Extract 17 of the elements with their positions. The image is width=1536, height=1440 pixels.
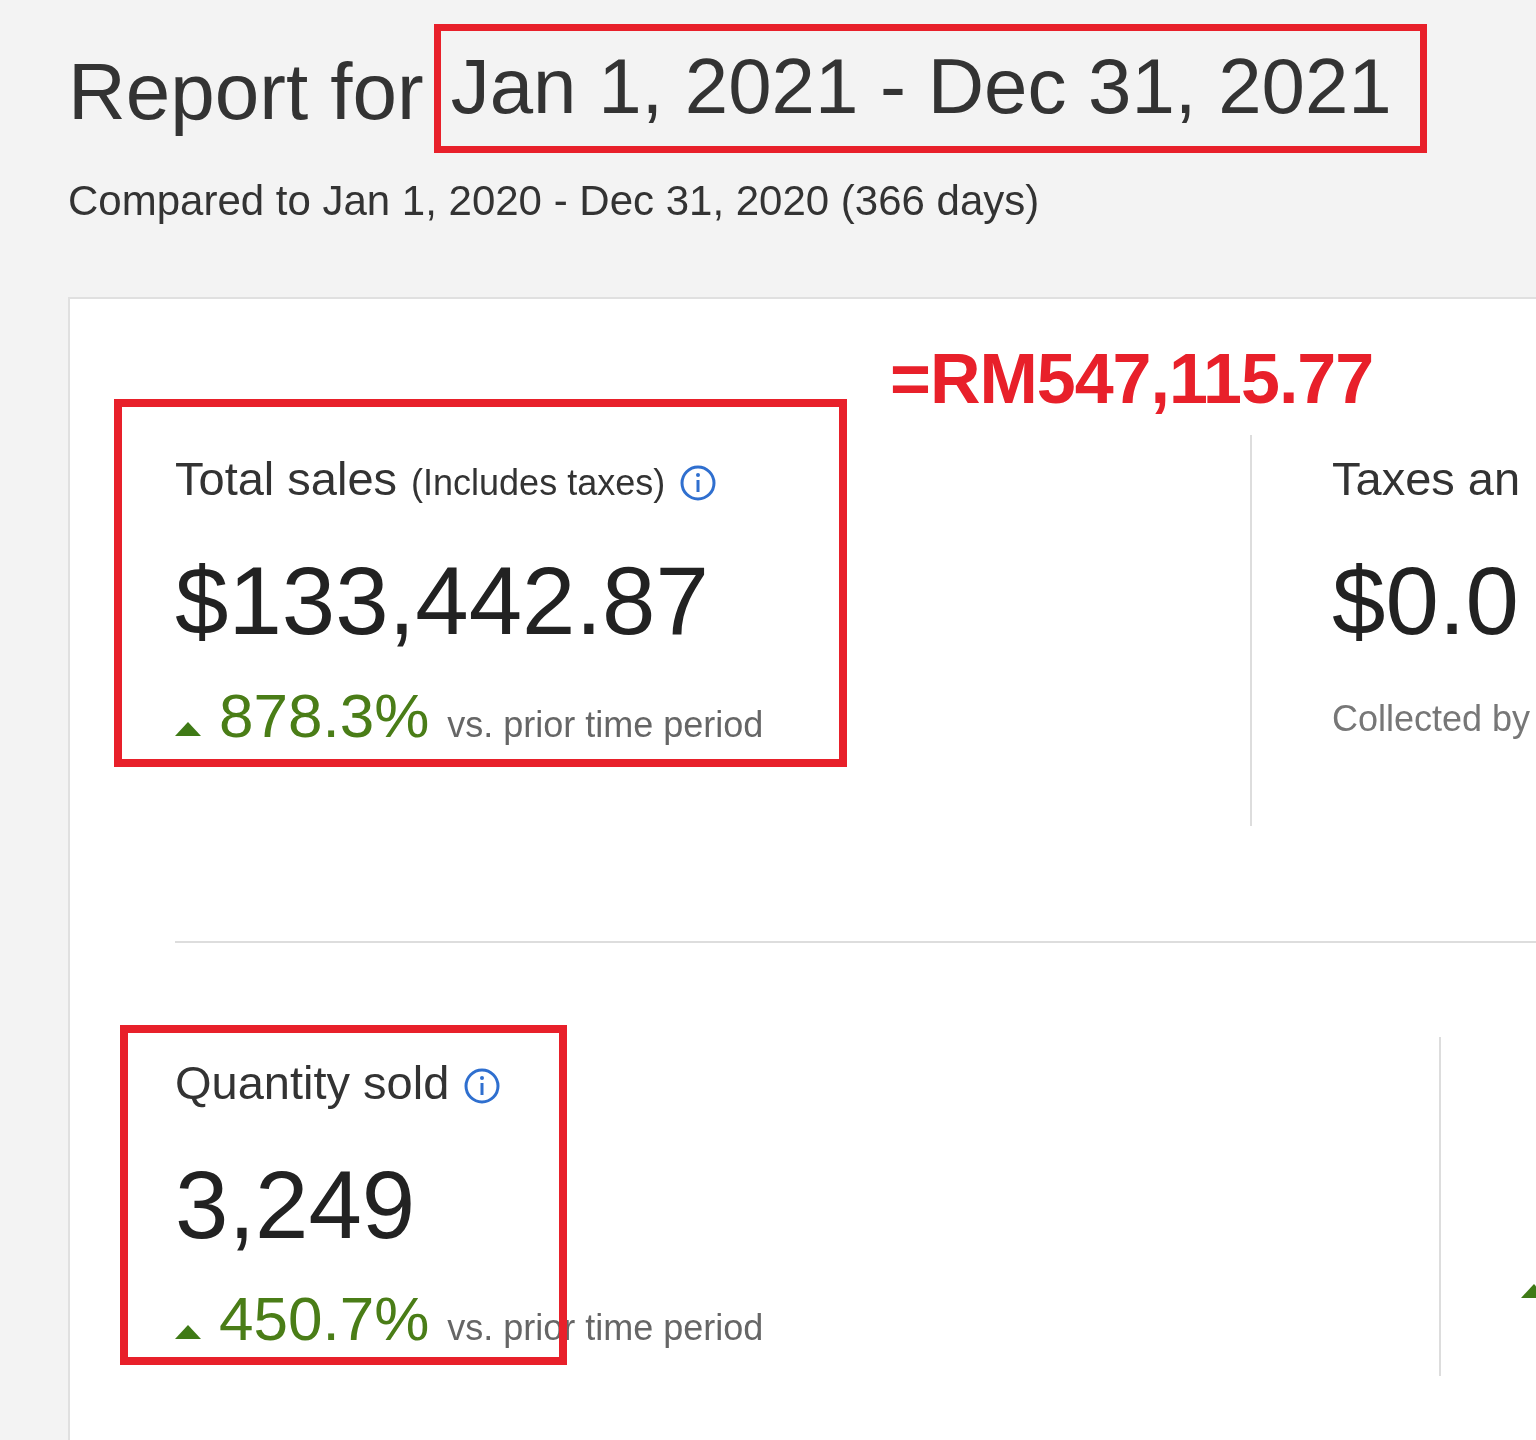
change-percent: 450.7% [219,1283,430,1355]
metric-note: (Includes taxes) [411,462,666,504]
comparison-text: Compared to Jan 1, 2020 - Dec 31, 2020 (366 days) [68,177,1041,225]
annotation-text: =RM547,115.77 [890,339,1374,419]
metric-value: $133,442.87 [175,548,710,654]
metric-value: $0.0 [1332,548,1520,654]
change-percent: 878.3% [219,679,430,751]
report-title: Report for [68,45,424,138]
info-icon[interactable] [679,463,718,502]
info-icon[interactable] [463,1067,502,1106]
metric-label: Total sales [175,451,398,506]
date-range: Jan 1, 2021 - Dec 31, 2021 [433,24,1427,153]
metric-label: Taxes an [1332,451,1521,506]
metric-label: Quantity sold [175,1054,450,1110]
metric-caption: Collected by [1332,697,1532,740]
metric-value: 3,249 [175,1151,417,1258]
comparison-note: vs. prior time period [447,703,764,746]
